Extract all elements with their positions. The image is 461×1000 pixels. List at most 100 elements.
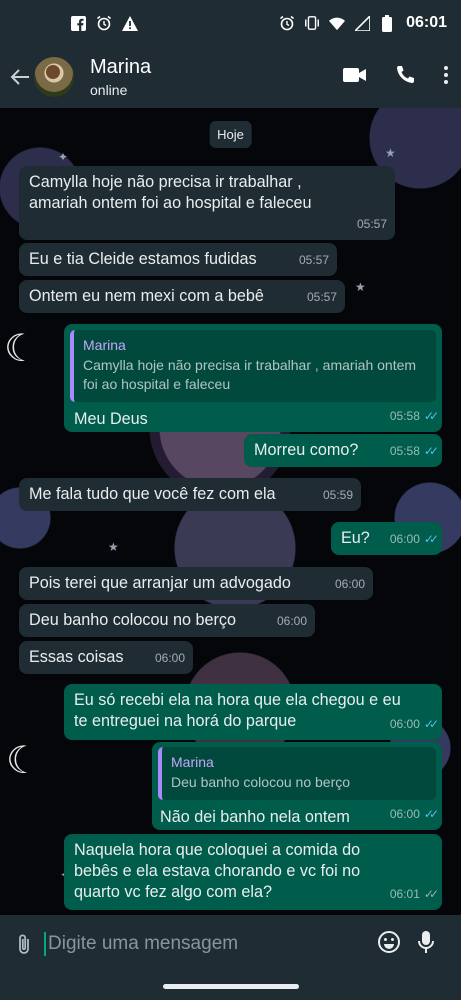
message-text: Camylla hoje não precisa ir trabalhar , … xyxy=(29,173,312,212)
message-meta: 05:58 ✓✓ xyxy=(389,406,439,427)
message-incoming[interactable]: Essas coisas 06:00 xyxy=(19,641,193,674)
delivered-receipt-icon: ✓✓ xyxy=(423,887,439,901)
message-incoming[interactable]: Eu e tia Cleide estamos fudidas 05:57 xyxy=(19,243,337,276)
more-options-icon[interactable] xyxy=(443,65,449,90)
message-time: 05:57 xyxy=(298,253,329,267)
read-receipt-icon: ✓✓ xyxy=(423,807,439,821)
read-receipt-icon: ✓✓ xyxy=(423,532,439,546)
message-input-placeholder: Digite uma mensagem xyxy=(48,933,239,954)
paperclip-icon xyxy=(19,934,29,954)
message-text: Deu banho colocou no berço xyxy=(29,611,236,629)
chat-header: Marina online xyxy=(0,46,461,108)
status-bar: 06:01 xyxy=(0,0,461,46)
message-composer: Digite uma mensagem xyxy=(0,915,461,973)
text-cursor xyxy=(44,932,46,956)
message-time: 06:00 xyxy=(154,651,185,665)
message-meta: 05:57 xyxy=(307,287,337,308)
message-text: Pois terei que arranjar um advogado xyxy=(29,574,291,592)
message-text: Naquela hora que coloquei a comida do be… xyxy=(74,841,361,901)
message-incoming[interactable]: Me fala tudo que você fez com ela 05:59 xyxy=(19,478,361,511)
message-time: 06:01 xyxy=(389,887,420,901)
quote-author: Marina xyxy=(83,337,126,353)
message-meta: 06:00 xyxy=(277,611,307,632)
quote-text: Deu banho colocou no berço xyxy=(171,774,351,790)
message-meta: 06:00 ✓✓ xyxy=(389,714,439,735)
message-time: 06:00 xyxy=(389,532,420,546)
moon-icon: ☾ xyxy=(6,740,41,782)
video-call-icon[interactable] xyxy=(343,67,367,88)
message-time: 06:00 xyxy=(334,577,365,591)
voice-call-icon[interactable] xyxy=(395,65,415,90)
contact-info[interactable]: Marina online xyxy=(90,56,151,98)
warning-icon xyxy=(122,15,138,31)
message-meta: 05:58 ✓✓ xyxy=(389,441,439,462)
message-time: 06:00 xyxy=(389,717,420,731)
message-incoming[interactable]: Camylla hoje não precisa ir trabalhar , … xyxy=(19,166,395,240)
star-icon: ✦ xyxy=(58,150,69,164)
voice-message-button[interactable] xyxy=(417,930,441,959)
message-outgoing[interactable]: Eu? 06:00 ✓✓ xyxy=(331,522,442,555)
message-outgoing[interactable]: Eu só recebi ela na hora que ela chegou … xyxy=(64,684,442,740)
read-receipt-icon: ✓✓ xyxy=(423,444,439,458)
navigation-bar xyxy=(0,973,461,1000)
message-time: 05:57 xyxy=(306,290,337,304)
signal-icon xyxy=(354,15,370,31)
message-incoming[interactable]: Deu banho colocou no berço 06:00 xyxy=(19,604,315,637)
emoji-icon xyxy=(378,930,400,953)
message-outgoing[interactable]: Morreu como? 05:58 ✓✓ xyxy=(244,434,442,467)
message-time: 05:57 xyxy=(356,217,387,231)
wifi-icon xyxy=(329,15,346,31)
home-gesture-bar[interactable] xyxy=(162,984,299,989)
quoted-message[interactable]: Marina Deu banho colocou no berço xyxy=(158,747,436,800)
contact-status: online xyxy=(90,82,128,98)
status-right-icons: 06:01 xyxy=(279,14,447,32)
moon-icon: ☾ xyxy=(4,328,39,370)
message-outgoing[interactable]: Marina Deu banho colocou no berço Não de… xyxy=(152,742,442,830)
star-icon: ★ xyxy=(108,540,119,554)
message-meta: 05:57 xyxy=(357,214,387,235)
message-time: 05:58 xyxy=(389,444,420,458)
date-chip: Hoje xyxy=(209,121,252,148)
message-text: Eu só recebi ela na hora que ela chegou … xyxy=(74,691,401,730)
star-icon: ★ xyxy=(385,146,396,160)
quote-author: Marina xyxy=(171,754,214,770)
read-receipt-icon: ✓✓ xyxy=(423,717,439,731)
message-incoming[interactable]: Ontem eu nem mexi com a bebê 05:57 xyxy=(19,280,345,313)
message-text: Meu Deus xyxy=(74,410,148,428)
message-meta: 06:01 ✓✓ xyxy=(389,884,439,905)
message-text: Ontem eu nem mexi com a bebê xyxy=(29,287,264,305)
message-outgoing[interactable]: Naquela hora que coloquei a comida do be… xyxy=(64,834,442,910)
message-incoming[interactable]: Pois terei que arranjar um advogado 06:0… xyxy=(19,567,373,600)
attach-button[interactable] xyxy=(12,933,36,955)
contact-name: Marina xyxy=(90,56,152,78)
header-actions xyxy=(343,65,449,90)
status-left-icons xyxy=(70,15,138,31)
message-text: Eu e tia Cleide estamos fudidas xyxy=(29,250,257,268)
message-meta: 06:00 xyxy=(155,648,185,669)
quote-text: Camylla hoje não precisa ir trabalhar , … xyxy=(83,357,417,392)
alarm-icon xyxy=(96,15,112,31)
message-meta: 05:59 xyxy=(323,485,353,506)
microphone-icon xyxy=(418,930,434,953)
message-time: 05:58 xyxy=(389,409,420,423)
vibrate-icon xyxy=(304,15,320,31)
message-meta: 06:00 ✓✓ xyxy=(389,804,439,825)
facebook-icon xyxy=(70,15,86,31)
message-time: 05:59 xyxy=(322,488,353,502)
emoji-button[interactable] xyxy=(377,930,401,959)
avatar[interactable] xyxy=(34,57,74,97)
message-input[interactable]: Digite uma mensagem xyxy=(44,924,377,964)
message-outgoing[interactable]: Marina Camylla hoje não precisa ir traba… xyxy=(64,324,442,432)
quoted-message[interactable]: Marina Camylla hoje não precisa ir traba… xyxy=(70,330,436,402)
read-receipt-icon: ✓✓ xyxy=(423,409,439,423)
message-text: Me fala tudo que você fez com ela xyxy=(29,485,276,503)
back-button[interactable] xyxy=(6,57,34,97)
message-meta: 05:57 xyxy=(299,250,329,271)
status-time: 06:01 xyxy=(406,14,447,31)
message-time: 06:00 xyxy=(276,614,307,628)
message-meta: 06:00 xyxy=(335,574,365,595)
message-time: 06:00 xyxy=(389,807,420,821)
battery-icon xyxy=(379,14,395,32)
chat-area[interactable]: ☾ ☾ ☾ ✦ ★ ★ ✦ ★ ✦ ★ ✦ Hoje Camylla hoje … xyxy=(0,108,461,915)
message-meta: 06:00 ✓✓ xyxy=(389,529,439,550)
